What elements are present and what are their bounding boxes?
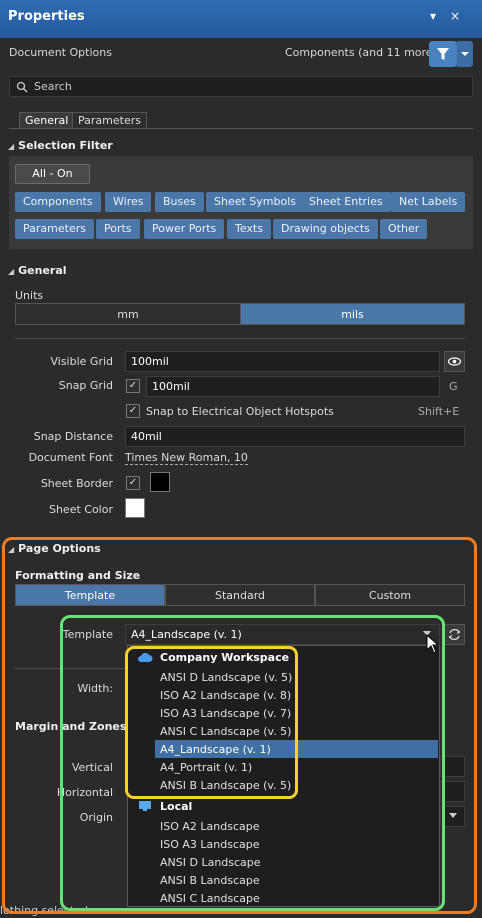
filter-chip-wires[interactable]: Wires: [105, 192, 152, 212]
units-mils-toggle[interactable]: mils: [240, 303, 465, 325]
general-section-header[interactable]: ◢ General: [8, 264, 67, 277]
filter-chip-parameters[interactable]: Parameters: [15, 219, 94, 239]
filter-chip-sheet-entries[interactable]: Sheet Entries: [301, 192, 391, 212]
document-font-link[interactable]: Times New Roman, 10: [125, 451, 248, 465]
panel-titlebar: Properties ▾ ×: [0, 0, 482, 38]
snap-grid-input[interactable]: 100mil: [146, 376, 440, 397]
sheet-border-color-swatch[interactable]: [150, 472, 170, 492]
filter-icon: [437, 48, 449, 60]
panel-title: Properties: [8, 9, 85, 24]
snap-hotspots-checkbox[interactable]: ✓: [126, 404, 140, 418]
sheet-border-label: Sheet Border: [40, 477, 113, 490]
snap-grid-shortcut: G: [449, 380, 458, 393]
collapse-triangle-icon: ◢: [8, 267, 15, 276]
snap-distance-input[interactable]: 40mil: [125, 426, 465, 447]
units-mm-toggle[interactable]: mm: [15, 303, 241, 325]
visibility-toggle-button[interactable]: [444, 351, 465, 372]
filter-button[interactable]: [429, 41, 457, 67]
snap-grid-checkbox[interactable]: ✓: [126, 379, 140, 393]
filter-chip-drawing-objects[interactable]: Drawing objects: [273, 219, 378, 239]
selection-filter-header[interactable]: ◢ Selection Filter: [8, 139, 113, 152]
filter-summary-label: Components (and 11 more): [285, 46, 437, 59]
sheet-color-label: Sheet Color: [48, 503, 113, 516]
sheet-color-swatch[interactable]: [125, 498, 145, 518]
snap-hotspots-label: Snap to Electrical Object Hotspots: [146, 405, 334, 418]
highlight-frame-yellow: [125, 646, 298, 799]
pin-dropdown-icon[interactable]: ▾: [430, 9, 436, 23]
chevron-down-icon: [461, 52, 469, 56]
collapse-triangle-icon: ◢: [8, 142, 15, 151]
eye-icon: [447, 357, 462, 366]
document-font-label: Document Font: [28, 451, 113, 464]
visible-grid-input[interactable]: 100mil: [125, 351, 440, 372]
divider: [15, 338, 465, 339]
all-on-button[interactable]: All - On: [15, 164, 90, 184]
mouse-cursor-icon: [426, 634, 440, 654]
search-input[interactable]: Search: [34, 80, 72, 93]
search-box[interactable]: Search: [9, 76, 473, 97]
selection-filter-title: Selection Filter: [18, 139, 113, 152]
filter-chip-net-labels[interactable]: Net Labels: [391, 192, 466, 212]
filter-chip-texts[interactable]: Texts: [227, 219, 271, 239]
filter-chip-ports[interactable]: Ports: [96, 219, 140, 239]
search-icon: [16, 81, 28, 93]
general-title: General: [18, 264, 67, 277]
tab-parameters[interactable]: Parameters: [72, 112, 147, 129]
visible-grid-label: Visible Grid: [50, 355, 113, 368]
tab-general[interactable]: General: [19, 112, 75, 129]
units-label: Units: [15, 289, 44, 302]
snap-grid-label: Snap Grid: [58, 379, 113, 392]
selection-filter-panel: All - On Components Wires Buses Sheet Sy…: [9, 156, 473, 249]
sheet-border-checkbox[interactable]: ✓: [126, 476, 140, 490]
document-options-label: Document Options: [9, 46, 112, 59]
filter-dropdown-button[interactable]: [457, 41, 473, 67]
snap-hotspots-shortcut: Shift+E: [418, 405, 460, 418]
filter-chip-components[interactable]: Components: [15, 192, 101, 212]
close-icon[interactable]: ×: [450, 9, 460, 23]
filter-chip-buses[interactable]: Buses: [155, 192, 204, 212]
filter-chip-other[interactable]: Other: [380, 219, 428, 239]
filter-chip-power-ports[interactable]: Power Ports: [144, 219, 225, 239]
filter-chip-sheet-symbols[interactable]: Sheet Symbols: [206, 192, 305, 212]
tab-divider: [9, 128, 473, 129]
snap-distance-label: Snap Distance: [33, 430, 113, 443]
